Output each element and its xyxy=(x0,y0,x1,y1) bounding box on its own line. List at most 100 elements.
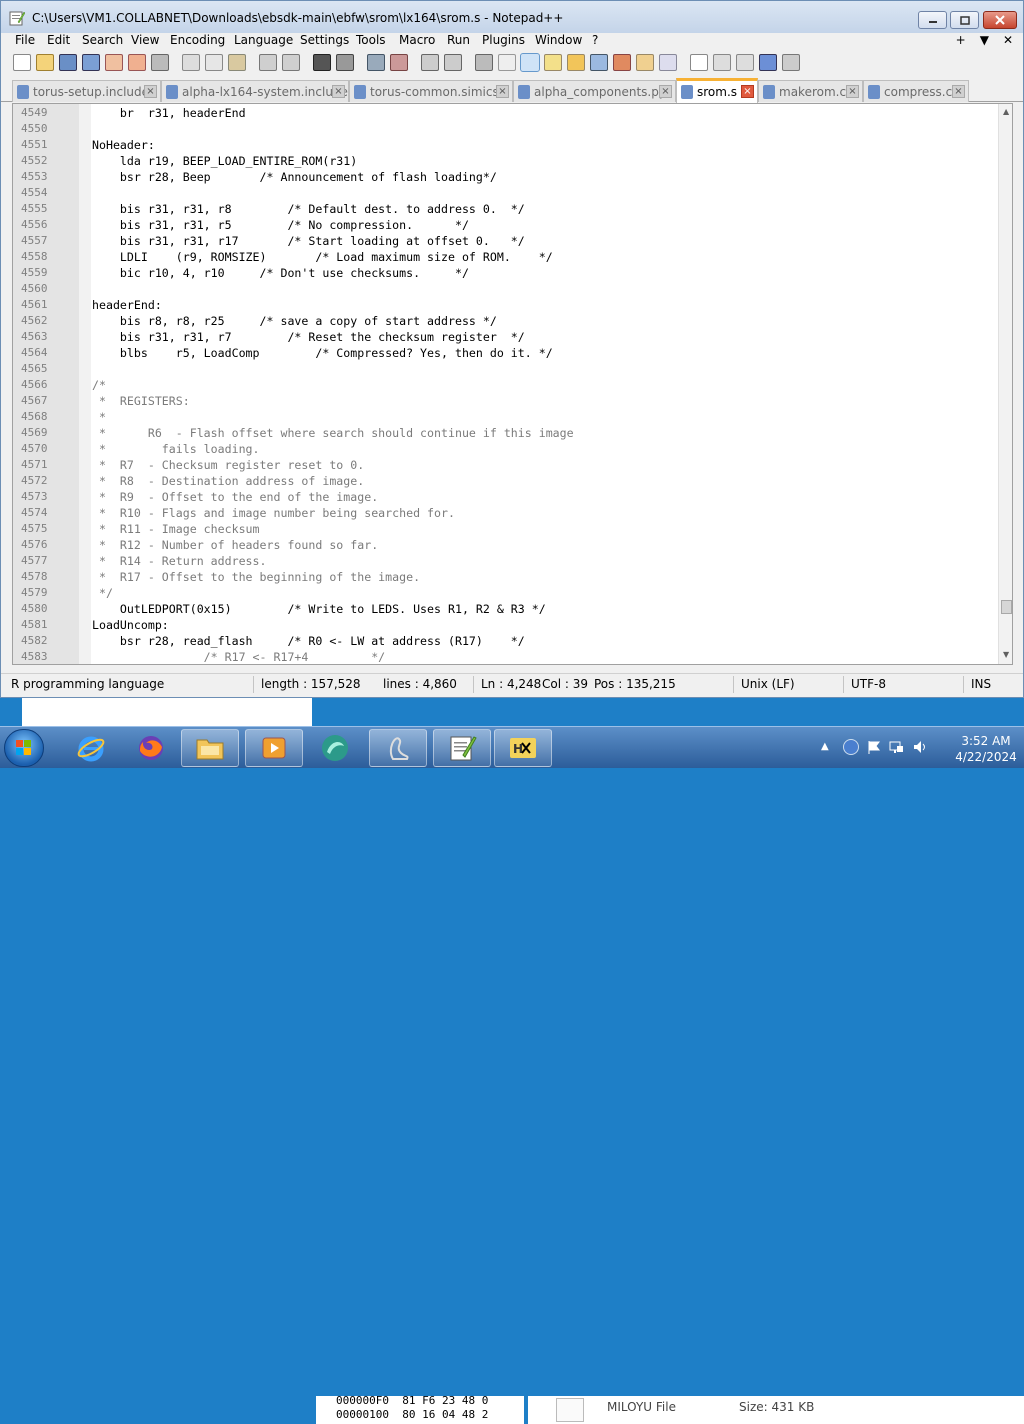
network-icon[interactable] xyxy=(888,739,904,755)
app-button[interactable] xyxy=(369,729,427,767)
menu-window[interactable]: Window xyxy=(535,33,582,47)
file-details-window[interactable]: MILOYU File Size: 431 KB xyxy=(528,1396,1024,1424)
tab-makerom[interactable]: makerom.c × xyxy=(758,80,863,102)
scroll-up-icon[interactable]: ▲ xyxy=(1003,107,1009,116)
line-number: 4551 xyxy=(21,138,48,151)
file-explorer-button[interactable] xyxy=(181,729,239,767)
tab-alpha-lx164-system[interactable]: alpha-lx164-system.include × xyxy=(161,80,349,102)
scroll-down-icon[interactable]: ▼ xyxy=(1003,650,1009,659)
close-document-icon[interactable]: ✕ xyxy=(1003,33,1013,47)
file-thumbnail-icon xyxy=(556,1398,584,1422)
save-macro-icon[interactable] xyxy=(782,54,800,71)
tab-close-icon[interactable]: × xyxy=(496,85,509,98)
menu-file[interactable]: File xyxy=(15,33,35,47)
stop-recording-icon[interactable] xyxy=(713,54,731,71)
hex-editor-window[interactable]: 000000F0 81 F6 23 48 0 00000100 80 16 04… xyxy=(316,1394,524,1424)
firefox-button[interactable] xyxy=(122,729,180,767)
new-file-icon[interactable] xyxy=(13,54,31,71)
vertical-scrollbar[interactable]: ▲ ▼ xyxy=(998,104,1012,664)
volume-icon[interactable] xyxy=(912,739,928,755)
zoom-out-icon[interactable] xyxy=(390,54,408,71)
menu-encoding[interactable]: Encoding xyxy=(170,33,225,47)
code-line: bis r31, r31, r5 /* No compression. */ xyxy=(92,218,469,232)
tab-torus-common[interactable]: torus-common.simics × xyxy=(349,80,513,102)
record-macro-icon[interactable] xyxy=(690,54,708,71)
document-map-icon[interactable] xyxy=(567,54,585,71)
system-tray: ▲ 3:52 AM 4/22/2024 xyxy=(816,727,1024,769)
menu-view[interactable]: View xyxy=(131,33,159,47)
save-icon[interactable] xyxy=(59,54,77,71)
tab-close-icon[interactable]: × xyxy=(952,85,965,98)
sync-horizontal-icon[interactable] xyxy=(444,54,462,71)
find-icon[interactable] xyxy=(313,54,331,71)
title-bar[interactable]: C:\Users\VM1.COLLABNET\Downloads\ebsdk-m… xyxy=(1,1,1023,33)
document-list-icon[interactable] xyxy=(590,54,608,71)
menu-run[interactable]: Run xyxy=(447,33,470,47)
tab-srom[interactable]: srom.s × xyxy=(676,78,758,103)
tab-close-icon[interactable]: × xyxy=(332,85,345,98)
replace-icon[interactable] xyxy=(336,54,354,71)
close-all-icon[interactable] xyxy=(128,54,146,71)
monitoring-icon[interactable] xyxy=(659,54,677,71)
menu-plugins[interactable]: Plugins xyxy=(482,33,525,47)
status-separator xyxy=(473,676,474,693)
copy-icon[interactable] xyxy=(205,54,223,71)
undo-icon[interactable] xyxy=(259,54,277,71)
tab-close-icon[interactable]: × xyxy=(659,85,672,98)
menu-edit[interactable]: Edit xyxy=(47,33,70,47)
menu-tools[interactable]: Tools xyxy=(356,33,386,47)
code-editor[interactable]: 4549 br r31, headerEnd 4550 4551 NoHeader: 4… xyxy=(12,103,1013,665)
show-hidden-icons-icon[interactable]: ▲ xyxy=(821,741,829,752)
tab-list-dropdown-icon[interactable]: ▼ xyxy=(980,33,989,47)
menu-settings[interactable]: Settings xyxy=(300,33,349,47)
show-all-characters-icon[interactable] xyxy=(498,54,516,71)
hex-editor-taskbar-button[interactable]: H xyxy=(494,729,552,767)
close-button[interactable] xyxy=(983,11,1017,29)
new-tab-plus-icon[interactable]: + xyxy=(956,33,966,47)
hxd-icon: H xyxy=(510,738,536,758)
paste-icon[interactable] xyxy=(228,54,246,71)
menu-help[interactable]: ? xyxy=(592,33,598,47)
tab-alpha-components[interactable]: alpha_components.py × xyxy=(513,80,676,102)
start-button[interactable] xyxy=(4,729,44,767)
code-line: bis r31, r31, r7 /* Reset the checksum r… xyxy=(92,330,525,344)
tab-compress[interactable]: compress.c × xyxy=(863,80,969,102)
maximize-button[interactable] xyxy=(950,11,979,29)
run-macro-multiple-icon[interactable] xyxy=(759,54,777,71)
udl-icon[interactable] xyxy=(544,54,562,71)
clock[interactable]: 3:52 AM 4/22/2024 xyxy=(946,733,1024,765)
tab-close-icon[interactable]: × xyxy=(846,85,859,98)
menu-search[interactable]: Search xyxy=(82,33,123,47)
cut-icon[interactable] xyxy=(182,54,200,71)
minimize-button[interactable] xyxy=(918,11,947,29)
notepadpp-taskbar-button[interactable] xyxy=(433,729,491,767)
zoom-in-icon[interactable] xyxy=(367,54,385,71)
tab-close-icon[interactable]: × xyxy=(741,85,754,98)
status-ln: Ln : 4,248 xyxy=(481,677,542,691)
save-all-icon[interactable] xyxy=(82,54,100,71)
close-file-icon[interactable] xyxy=(105,54,123,71)
media-player-button[interactable] xyxy=(245,729,303,767)
sync-vertical-icon[interactable] xyxy=(421,54,439,71)
status-separator xyxy=(843,676,844,693)
indent-guide-icon[interactable] xyxy=(520,53,540,72)
print-icon[interactable] xyxy=(151,54,169,71)
folder-as-workspace-icon[interactable] xyxy=(636,54,654,71)
playback-macro-icon[interactable] xyxy=(736,54,754,71)
word-wrap-icon[interactable] xyxy=(475,54,493,71)
function-list-icon[interactable] xyxy=(613,54,631,71)
tab-close-icon[interactable]: × xyxy=(144,85,157,98)
app-button[interactable] xyxy=(306,729,364,767)
flag-icon[interactable] xyxy=(866,739,882,755)
menu-macro[interactable]: Macro xyxy=(399,33,435,47)
network-app-icon[interactable] xyxy=(843,739,859,755)
open-file-icon[interactable] xyxy=(36,54,54,71)
scrollbar-thumb[interactable] xyxy=(1001,600,1012,614)
code-line: bic r10, 4, r10 /* Don't use checksums. … xyxy=(92,266,469,280)
redo-icon[interactable] xyxy=(282,54,300,71)
background-window[interactable] xyxy=(22,698,312,726)
tab-torus-setup[interactable]: torus-setup.include × xyxy=(12,80,161,102)
file-icon xyxy=(166,84,178,99)
menu-language[interactable]: Language xyxy=(234,33,293,47)
internet-explorer-button[interactable] xyxy=(62,729,120,767)
